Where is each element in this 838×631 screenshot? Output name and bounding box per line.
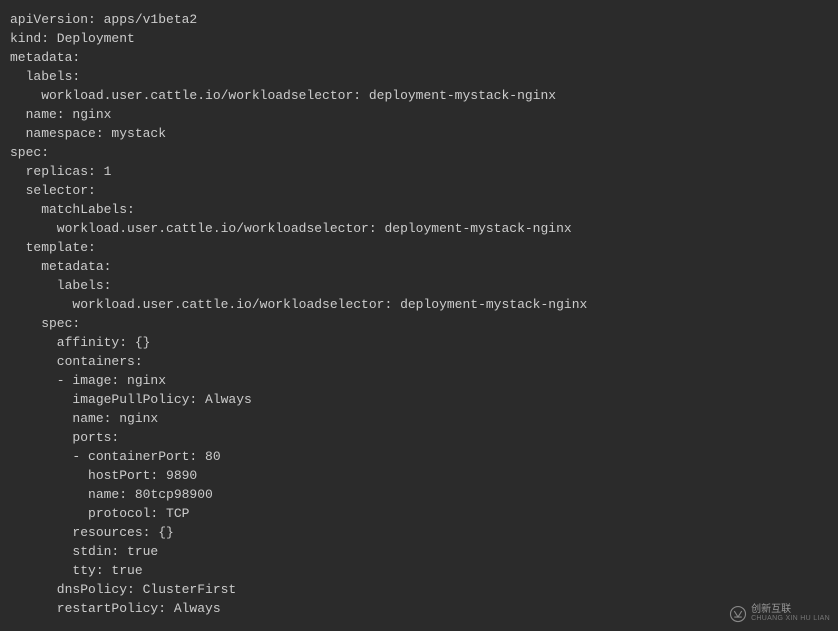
code-line: name: 80tcp98900 — [10, 485, 828, 504]
code-line: apiVersion: apps/v1beta2 — [10, 10, 828, 29]
code-line: replicas: 1 — [10, 162, 828, 181]
code-line: ports: — [10, 428, 828, 447]
code-line: template: — [10, 238, 828, 257]
watermark-text: 创新互联 CHUANG XIN HU LIAN — [751, 604, 830, 623]
code-line: - image: nginx — [10, 371, 828, 390]
code-line: metadata: — [10, 257, 828, 276]
code-line: workload.user.cattle.io/workloadselector… — [10, 219, 828, 238]
code-line: labels: — [10, 67, 828, 86]
code-line: namespace: mystack — [10, 124, 828, 143]
code-line: resources: {} — [10, 523, 828, 542]
code-line: kind: Deployment — [10, 29, 828, 48]
code-line: restartPolicy: Always — [10, 599, 828, 618]
code-line: tty: true — [10, 561, 828, 580]
code-line: protocol: TCP — [10, 504, 828, 523]
code-line: - containerPort: 80 — [10, 447, 828, 466]
code-line: containers: — [10, 352, 828, 371]
code-line: hostPort: 9890 — [10, 466, 828, 485]
code-line: dnsPolicy: ClusterFirst — [10, 580, 828, 599]
code-line: spec: — [10, 143, 828, 162]
watermark-cn: 创新互联 — [751, 604, 830, 615]
code-line: selector: — [10, 181, 828, 200]
code-line: stdin: true — [10, 542, 828, 561]
code-line: spec: — [10, 314, 828, 333]
code-line: affinity: {} — [10, 333, 828, 352]
code-line: workload.user.cattle.io/workloadselector… — [10, 295, 828, 314]
code-line: imagePullPolicy: Always — [10, 390, 828, 409]
code-line: workload.user.cattle.io/workloadselector… — [10, 86, 828, 105]
code-line: name: nginx — [10, 105, 828, 124]
watermark-en: CHUANG XIN HU LIAN — [751, 615, 830, 623]
code-line: metadata: — [10, 48, 828, 67]
code-line: labels: — [10, 276, 828, 295]
watermark-logo-icon — [729, 605, 747, 623]
code-line: name: nginx — [10, 409, 828, 428]
code-line: matchLabels: — [10, 200, 828, 219]
watermark: 创新互联 CHUANG XIN HU LIAN — [729, 604, 830, 623]
yaml-code-block: apiVersion: apps/v1beta2kind: Deployment… — [10, 10, 828, 618]
